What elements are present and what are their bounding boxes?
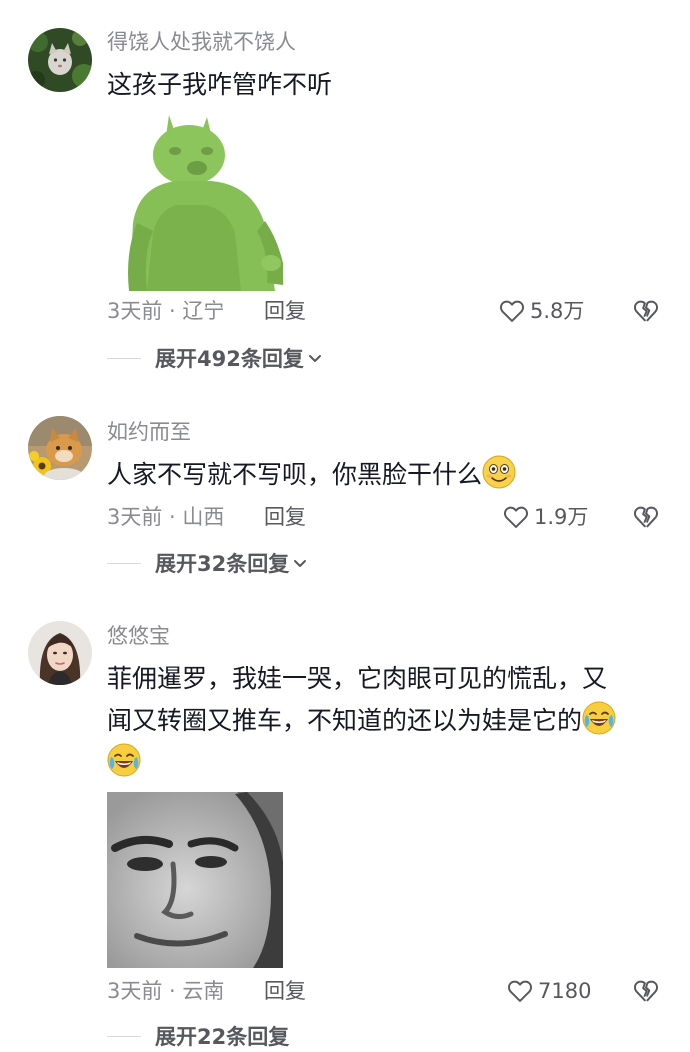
user-avatar[interactable] xyxy=(28,621,92,685)
like-count: 5.8万 xyxy=(530,299,585,323)
chevron-down-icon xyxy=(294,560,307,567)
tears-of-joy-emoji-icon xyxy=(107,743,141,777)
reply-button[interactable]: 回复 xyxy=(264,296,306,326)
expand-replies-label: 展开492条回复 xyxy=(155,344,322,374)
expand-replies-text: 展开32条回复 xyxy=(155,552,290,576)
expand-replies-label: 展开32条回复 xyxy=(155,549,307,579)
comment-text: 人家不写就不写呗，你黑脸干什么 xyxy=(107,454,687,496)
expand-replies-label: 展开22条回复 xyxy=(155,1022,289,1052)
smile-emoji-icon xyxy=(482,455,516,489)
comment-time-location: 3天前 · 云南 xyxy=(107,979,225,1003)
expand-replies-text: 展开22条回复 xyxy=(155,1025,290,1049)
dislike-button[interactable] xyxy=(632,503,660,531)
expand-replies-button[interactable]: 展开22条回复 xyxy=(107,1022,407,1052)
comment-time-location: 3天前 · 辽宁 xyxy=(107,299,225,323)
comment-text-body: 人家不写就不写呗，你黑脸干什么 xyxy=(107,460,483,489)
username[interactable]: 如约而至 xyxy=(107,418,191,446)
like-count: 1.9万 xyxy=(534,505,589,529)
comment-text-line-body: 闻又转圈又推车，不知道的还以为娃是它的 xyxy=(107,706,583,735)
user-avatar[interactable] xyxy=(28,28,92,92)
comment-time-location: 3天前 · 山西 xyxy=(107,505,225,529)
chevron-down-icon xyxy=(308,355,321,362)
dislike-button[interactable] xyxy=(632,297,660,325)
expand-replies-button[interactable]: 展开32条回复 xyxy=(107,549,407,579)
heart-icon xyxy=(499,300,525,322)
woman-portrait-avatar-image xyxy=(28,621,92,685)
orange-cat-avatar-image xyxy=(28,416,92,480)
user-avatar[interactable] xyxy=(28,416,92,480)
dislike-button[interactable] xyxy=(632,977,660,1005)
expand-replies-button[interactable]: 展开492条回复 xyxy=(107,344,407,374)
green-monster-sticker[interactable] xyxy=(107,113,283,291)
username[interactable]: 得饶人处我就不饶人 xyxy=(107,28,296,56)
heart-icon xyxy=(507,980,533,1002)
expand-replies-text: 展开492条回复 xyxy=(155,347,304,371)
comment-text-line: 闻又转圈又推车，不知道的还以为娃是它的 xyxy=(107,700,667,742)
broken-heart-icon xyxy=(633,300,659,322)
reply-button[interactable]: 回复 xyxy=(264,502,306,532)
comment-text-line: 菲佣暹罗，我娃一哭，它肉眼可见的慌乱，又 xyxy=(107,664,608,693)
username[interactable]: 悠悠宝 xyxy=(107,622,170,650)
grayscale-face-image xyxy=(107,792,283,968)
reply-button[interactable]: 回复 xyxy=(264,976,306,1006)
cat-in-grass-avatar-image xyxy=(28,28,92,92)
divider-line xyxy=(107,1036,141,1037)
divider-line xyxy=(107,358,141,359)
comment-text-line xyxy=(107,742,667,784)
like-count: 7180 xyxy=(538,979,592,1003)
divider-line xyxy=(107,563,141,564)
comment-text: 这孩子我咋管咋不听 xyxy=(107,70,333,99)
green-monster-image xyxy=(107,113,283,291)
broken-heart-icon xyxy=(633,506,659,528)
tears-of-joy-emoji-icon xyxy=(582,701,616,735)
heart-icon xyxy=(503,506,529,528)
broken-heart-icon xyxy=(633,980,659,1002)
grayscale-face-sticker[interactable] xyxy=(107,792,283,968)
comment-text: 菲佣暹罗，我娃一哭，它肉眼可见的慌乱，又 闻又转圈又推车，不知道的还以为娃是它的 xyxy=(107,658,667,784)
